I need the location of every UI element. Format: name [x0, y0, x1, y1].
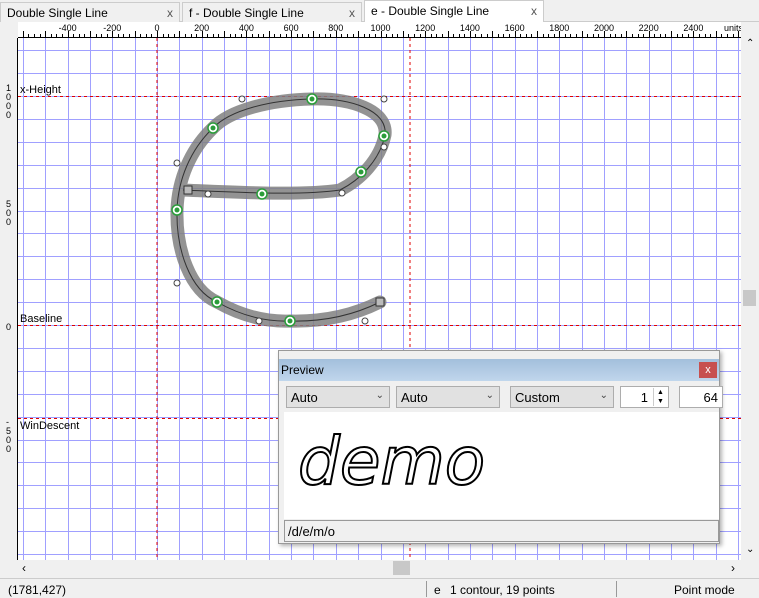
contour-info: 1 contour, 19 points: [450, 583, 555, 597]
preview-window: Preview x Auto ⌄ Auto ⌄ Custom ⌄ 1 ▲ ▼ 64 dem…: [278, 350, 723, 544]
point-center: [381, 133, 387, 139]
ruler-label: 1000: [6, 83, 12, 120]
ruler-label: 0: [6, 322, 12, 332]
control-point[interactable]: [238, 95, 246, 103]
point-center: [214, 299, 220, 305]
control-point[interactable]: [380, 143, 388, 151]
endpoint-square[interactable]: [183, 185, 193, 195]
close-icon[interactable]: x: [167, 6, 173, 20]
select-3[interactable]: Custom ⌄: [510, 386, 614, 408]
close-icon[interactable]: x: [531, 4, 537, 18]
preview-render: demo: [297, 422, 486, 501]
point-center: [259, 191, 265, 197]
control-point[interactable]: [204, 190, 212, 198]
spin-input[interactable]: 1 ▲ ▼: [620, 386, 669, 408]
point-center: [287, 318, 293, 324]
vertical-scrollbar[interactable]: ⌃ ⌄: [741, 38, 759, 560]
control-point[interactable]: [173, 159, 181, 167]
select-value: Custom: [515, 390, 560, 405]
select-1[interactable]: Auto ⌄: [286, 386, 390, 408]
tab-label: e - Double Single Line: [371, 4, 490, 18]
control-point[interactable]: [338, 189, 346, 197]
scrollbar-thumb[interactable]: [393, 561, 410, 575]
preview-title: Preview: [281, 363, 324, 377]
scroll-down-icon[interactable]: ⌄: [746, 544, 754, 555]
status-bar: (1781,427) e 1 contour, 19 points Point …: [0, 578, 759, 598]
close-button[interactable]: x: [699, 362, 717, 378]
size-value: 64: [703, 390, 718, 405]
tab-label: f - Double Single Line: [189, 6, 304, 20]
size-input[interactable]: 64: [679, 386, 723, 408]
tab-double-single-line[interactable]: Double Single Line x: [0, 2, 180, 22]
cursor-coordinates: (1781,427): [8, 583, 67, 597]
select-value: Auto: [291, 390, 318, 405]
point-center: [309, 96, 315, 102]
point-center: [358, 169, 364, 175]
glyph-name: e: [434, 583, 441, 597]
preview-sample-text: demo: [298, 423, 485, 500]
scroll-left-icon[interactable]: ‹: [22, 561, 26, 575]
horizontal-scrollbar[interactable]: ‹ ›: [18, 560, 741, 577]
win-descent-label: WinDescent: [20, 420, 80, 432]
spin-value: 1: [640, 390, 648, 405]
tab-f[interactable]: f - Double Single Line x: [182, 2, 362, 22]
point-center: [174, 207, 180, 213]
edit-mode: Point mode: [674, 583, 735, 597]
control-point[interactable]: [173, 279, 181, 287]
preview-text-area[interactable]: demo: [284, 412, 719, 519]
glyph-path-field[interactable]: /d/e/m/o: [284, 520, 719, 542]
endpoint-square[interactable]: [375, 297, 385, 307]
control-point[interactable]: [255, 317, 263, 325]
ruler-label: -500: [6, 417, 12, 454]
close-icon[interactable]: x: [349, 6, 355, 20]
ruler-label: 500: [6, 199, 12, 227]
control-point[interactable]: [361, 317, 369, 325]
x-height-label: x-Height: [20, 84, 61, 96]
select-2[interactable]: Auto ⌄: [396, 386, 500, 408]
control-point[interactable]: [380, 95, 388, 103]
scroll-up-icon[interactable]: ⌃: [746, 38, 754, 49]
glyph-contour[interactable]: [176, 98, 386, 322]
chevron-down-icon: ⌄: [599, 390, 608, 401]
chevron-down-icon: ⌄: [375, 390, 384, 401]
point-center: [210, 125, 216, 131]
select-value: Auto: [401, 390, 428, 405]
horizontal-ruler: units -400-20002004006008001000120014001…: [18, 22, 741, 38]
tab-bar: Double Single Line x f - Double Single Li…: [0, 0, 759, 22]
tab-e[interactable]: e - Double Single Line x: [364, 0, 544, 22]
vertical-ruler: 1000 500 0 -500: [0, 38, 18, 560]
tab-label: Double Single Line: [7, 6, 108, 20]
baseline-label: Baseline: [20, 313, 63, 325]
preview-title-bar[interactable]: Preview x: [279, 359, 719, 381]
scroll-right-icon[interactable]: ›: [731, 561, 735, 575]
scrollbar-thumb[interactable]: [743, 290, 756, 306]
chevron-down-icon: ⌄: [485, 390, 494, 401]
spinner-arrows-icon[interactable]: ▲ ▼: [653, 388, 667, 406]
